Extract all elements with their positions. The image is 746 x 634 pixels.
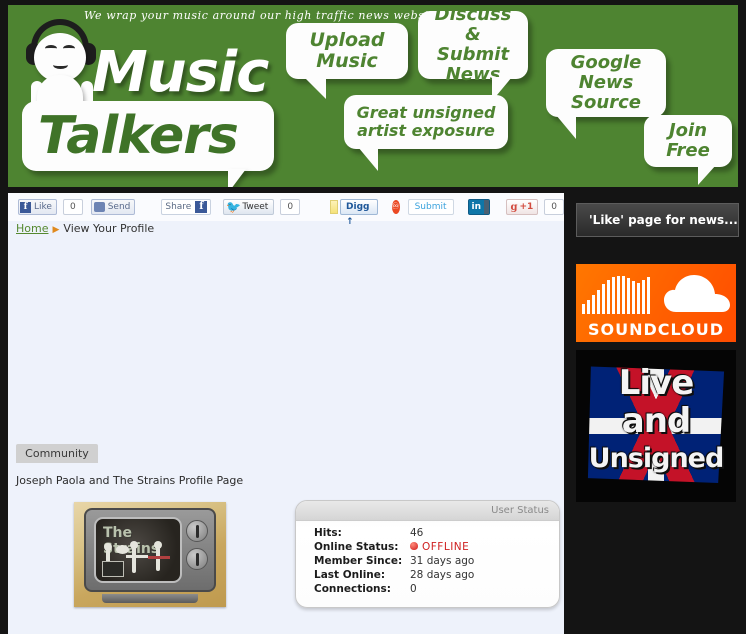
linkedin-share-button[interactable]: in Share: [467, 199, 491, 215]
digg-widget[interactable]: Digg ↑: [330, 199, 378, 227]
facebook-like-label: Like: [34, 202, 52, 212]
social-share-bar: f Like 0 Send Share f 🐦 Tweet 0 Digg ↑ ♾…: [8, 193, 564, 227]
stumbleupon-icon[interactable]: ♾: [391, 200, 400, 214]
banner-bubble-google-label: Google News Source: [570, 51, 642, 114]
soundcloud-waveform-icon: [582, 276, 650, 314]
banner-bubble-discuss-label: Discuss & Submit News: [434, 5, 512, 86]
send-icon: [93, 202, 105, 212]
user-status-key: Connections:: [314, 583, 391, 595]
bubble-tail-icon: [698, 165, 716, 185]
digg-flag-icon: [330, 200, 339, 214]
banner-bubble-join-free[interactable]: Join Free: [644, 115, 732, 185]
linkedin-share-label: Share: [484, 200, 490, 214]
avatar[interactable]: The Strains: [74, 502, 226, 607]
like-page-header[interactable]: 'Like' page for news...: [576, 203, 739, 237]
soundcloud-cloud-icon: [664, 275, 730, 312]
facebook-like-button[interactable]: f Like: [18, 199, 57, 215]
soundcloud-ad[interactable]: SOUNDCLOUD: [576, 264, 736, 342]
facebook-send-button[interactable]: Send: [90, 199, 136, 215]
main-content: f Like 0 Send Share f 🐦 Tweet 0 Digg ↑ ♾…: [8, 193, 564, 634]
share-facebook-button[interactable]: Share f: [161, 199, 212, 215]
user-status-key: Last Online:: [314, 569, 386, 581]
google-plus-one-count: 0: [544, 199, 564, 215]
tweet-count: 0: [280, 199, 301, 215]
user-status-key: Member Since:: [314, 555, 403, 567]
banner-bubble-upload-music-label: Upload Music: [309, 28, 385, 72]
tab-community[interactable]: Community: [16, 444, 98, 463]
tv-graphic: The Strains: [84, 508, 216, 592]
logo-bubble: Talkers: [22, 101, 274, 171]
user-status-value: 0: [410, 583, 417, 595]
table-row: Hits: 46: [314, 526, 474, 540]
facebook-like-count: 0: [62, 199, 83, 215]
user-status-value: 46: [410, 527, 424, 539]
banner-bubble-join-label: Join Free: [666, 119, 710, 161]
google-plus-icon: g: [510, 201, 518, 213]
table-row: Connections: 0: [314, 582, 474, 596]
facebook-send-label: Send: [107, 202, 131, 212]
user-status-key: Online Status:: [314, 541, 399, 553]
user-status-header: User Status: [296, 501, 559, 521]
live-unsigned-line1: Live: [618, 363, 695, 403]
digg-label: Digg: [346, 202, 370, 212]
status-badge: OFFLINE: [422, 541, 470, 553]
breadcrumb-home-link[interactable]: Home: [16, 222, 48, 235]
bubble-tail-icon: [556, 115, 576, 139]
logo-wordmark-talkers: Talkers: [38, 106, 239, 166]
digg-button[interactable]: Digg ↑: [340, 199, 378, 227]
google-plus-one-button[interactable]: g +1: [506, 199, 539, 215]
site-banner: We wrap your music around our high traff…: [8, 5, 738, 187]
right-sidebar: 'Like' page for news... SOUNDCLOUD Live …: [566, 193, 746, 634]
page-title: Joseph Paola and The Strains Profile Pag…: [16, 474, 244, 487]
table-row: Online Status: OFFLINE: [314, 540, 474, 554]
bubble-tail-icon: [304, 77, 326, 99]
bubble-tail-icon: [358, 147, 378, 171]
facebook-icon: f: [195, 201, 208, 213]
google-plus-one-label: +1: [519, 202, 534, 212]
banner-bubble-google-news-source[interactable]: Google News Source: [546, 49, 666, 139]
breadcrumb: Home ▶ View Your Profile: [16, 222, 154, 235]
facebook-icon: f: [20, 201, 31, 213]
user-status-panel: User Status Hits: 46 Online Status: OFFL…: [295, 500, 560, 608]
stumbleupon-submit-button[interactable]: Submit: [407, 199, 454, 215]
soundcloud-label: SOUNDCLOUD: [587, 320, 725, 339]
live-unsigned-line2: and: [621, 401, 692, 441]
breadcrumb-current: View Your Profile: [63, 222, 155, 235]
page-root: We wrap your music around our high traff…: [0, 0, 746, 634]
tweet-label: Tweet: [242, 202, 269, 212]
user-status-table: Hits: 46 Online Status: OFFLINE Member S…: [314, 526, 474, 596]
user-status-key: Hits:: [314, 527, 342, 539]
banner-bubble-exposure-label: Great unsigned artist exposure: [356, 103, 496, 140]
share-label: Share: [165, 202, 192, 212]
live-unsigned-line3: Unsigned: [588, 443, 725, 474]
tv-screen: The Strains: [94, 517, 182, 583]
live-and-unsigned-ad[interactable]: Live and Unsigned: [576, 350, 736, 502]
tv-knobs: [186, 520, 208, 576]
table-row: Member Since: 31 days ago: [314, 554, 474, 568]
tv-stand: [102, 594, 198, 603]
user-status-value: OFFLINE: [410, 540, 474, 554]
linkedin-icon: in: [468, 200, 485, 214]
table-row: Last Online: 28 days ago: [314, 568, 474, 582]
user-status-value: 31 days ago: [410, 555, 475, 567]
logo-wordmark-music: Music: [92, 40, 269, 105]
banner-bubble-upload-music[interactable]: Upload Music: [286, 23, 408, 99]
twitter-bird-icon: 🐦: [226, 199, 242, 214]
banner-bubble-artist-exposure[interactable]: Great unsigned artist exposure: [344, 95, 508, 171]
breadcrumb-separator-icon: ▶: [52, 225, 60, 235]
banner-bubble-discuss-submit-news[interactable]: Discuss & Submit News: [418, 5, 528, 101]
tweet-button[interactable]: 🐦 Tweet: [223, 199, 275, 215]
avatar-band-name: The Strains: [103, 525, 159, 557]
user-status-value: 28 days ago: [410, 569, 475, 581]
banner-tagline: We wrap your music around our high traff…: [84, 9, 441, 22]
offline-indicator-icon: [410, 542, 418, 550]
